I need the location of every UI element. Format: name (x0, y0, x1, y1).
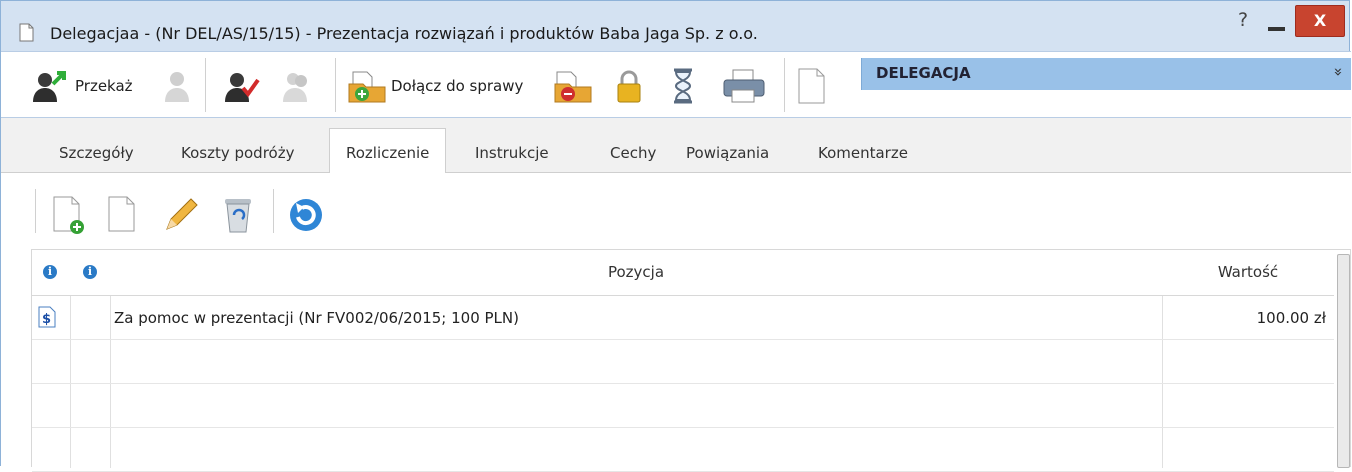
panel-title: DELEGACJA (876, 64, 971, 82)
svg-text:$: $ (42, 312, 51, 327)
position-cell: Za pomoc w prezentacji (Nr FV002/06/2015… (114, 309, 519, 327)
collapse-chevron-icon[interactable]: » (1329, 67, 1347, 76)
accept-user-icon[interactable] (223, 68, 263, 104)
info-icon[interactable]: i (43, 265, 57, 279)
tab-szczegoly[interactable]: Szczegóły (59, 144, 134, 162)
dollar-document-icon: $ (38, 306, 56, 328)
tab-rozliczenie[interactable]: Rozliczenie (329, 128, 447, 174)
table-row[interactable] (32, 428, 1334, 472)
add-document-icon[interactable] (51, 195, 91, 235)
delegacja-panel-header[interactable]: DELEGACJA » (861, 58, 1351, 90)
application-window: Delegacjaa - (Nr DEL/AS/15/15) - Prezent… (0, 0, 1351, 472)
attach-folder-icon (348, 71, 386, 103)
forward-button[interactable]: Przekaż (31, 68, 133, 104)
pencil-edit-icon[interactable] (161, 195, 201, 235)
value-cell: 100.00 zł (1256, 309, 1326, 327)
tab-powiazania[interactable]: Powiązania (686, 144, 769, 162)
user-disabled-icon[interactable] (161, 68, 197, 104)
hourglass-icon[interactable] (669, 68, 697, 104)
value-column-header[interactable]: Wartość (1162, 263, 1334, 281)
minimize-button[interactable] (1268, 27, 1285, 31)
vertical-scrollbar[interactable] (1337, 254, 1350, 468)
forward-label: Przekaż (75, 77, 133, 95)
tab-bar: Szczegóły Koszty podróży Rozliczenie Ins… (1, 118, 1351, 174)
settlement-toolbar (1, 173, 1351, 249)
toolbar-separator (273, 189, 274, 233)
document-icon (19, 23, 34, 42)
settlement-grid: i i Pozycja Wartość $ Za pomoc w prezent… (31, 249, 1351, 472)
tab-instrukcje[interactable]: Instrukcje (475, 144, 549, 162)
tab-cechy[interactable]: Cechy (610, 144, 656, 162)
title-bar: Delegacjaa - (Nr DEL/AS/15/15) - Prezent… (1, 1, 1351, 49)
attach-label: Dołącz do sprawy (391, 77, 524, 95)
tab-koszty-podrozy[interactable]: Koszty podróży (181, 144, 294, 162)
table-row[interactable]: $ Za pomoc w prezentacji (Nr FV002/06/20… (32, 296, 1334, 340)
lock-icon[interactable] (613, 68, 645, 104)
new-document-icon[interactable] (797, 68, 827, 104)
recycle-bin-icon[interactable] (221, 195, 255, 235)
table-row[interactable] (32, 340, 1334, 384)
table-row[interactable] (32, 384, 1334, 428)
users-disabled-icon[interactable] (279, 68, 315, 104)
document-icon[interactable] (107, 195, 137, 235)
help-button[interactable]: ? (1238, 9, 1248, 31)
attach-to-case-button[interactable]: Dołącz do sprawy (347, 68, 523, 104)
toolbar-separator (335, 58, 336, 112)
toolbar-separator (35, 189, 36, 233)
tab-komentarze[interactable]: Komentarze (818, 144, 908, 162)
printer-icon[interactable] (721, 68, 767, 104)
close-button[interactable]: X (1295, 5, 1345, 37)
forward-user-icon (33, 71, 66, 102)
position-column-header[interactable]: Pozycja (110, 263, 1162, 281)
grid-header: i i Pozycja Wartość (32, 250, 1334, 296)
refresh-icon[interactable] (286, 195, 326, 235)
window-title: Delegacjaa - (Nr DEL/AS/15/15) - Prezent… (50, 24, 758, 43)
detach-folder-icon[interactable] (551, 68, 593, 104)
info-icon[interactable]: i (83, 265, 97, 279)
toolbar-separator (205, 58, 206, 112)
toolbar-separator (784, 58, 785, 112)
